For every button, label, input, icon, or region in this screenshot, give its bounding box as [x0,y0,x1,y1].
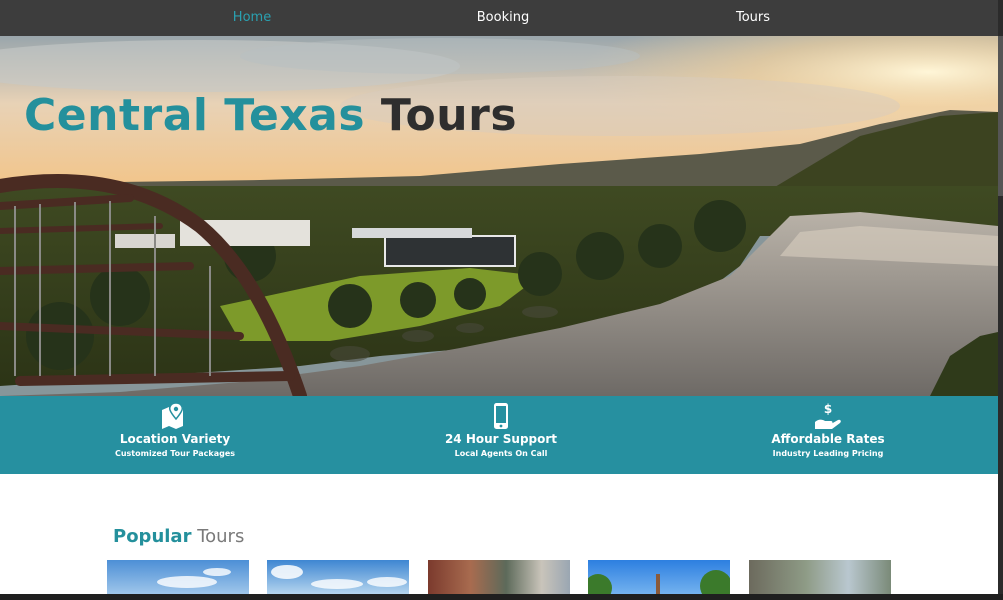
popular-heading-part1: Popular [113,526,192,547]
tour-card-3[interactable] [428,560,570,594]
window-bottom-edge [0,594,1003,600]
tour-cards [0,560,998,594]
feature-location-variety: Location Variety Customized Tour Package… [75,402,275,458]
tour-card-5[interactable] [749,560,891,594]
top-navbar: Home Booking Tours [0,0,998,36]
feature-subtitle: Local Agents On Call [454,449,548,458]
nav-link-home[interactable]: Home [200,0,304,36]
tour-card-image [271,565,407,589]
dollar-hand-icon: $ [815,402,841,429]
popular-heading-part2: Tours [197,526,245,547]
hero-title: Central Texas Tours [24,88,517,144]
feature-title: Location Variety [119,432,231,446]
svg-text:$: $ [824,402,832,416]
feature-title: 24 Hour Support [444,432,558,446]
feature-affordable-rates: $ Affordable Rates Industry Leading Pric… [728,402,928,458]
tour-card-image [588,570,730,594]
popular-tours-heading: Popular Tours [113,526,244,548]
hero-title-part1: Central Texas [24,90,366,141]
scrollbar-thumb[interactable] [998,36,1003,196]
hero-banner: Central Texas Tours [0,36,998,396]
tour-card-image [157,568,231,588]
tour-card-1[interactable] [107,560,249,594]
features-band: Location Variety Customized Tour Package… [0,396,998,474]
map-location-icon [162,402,183,429]
mobile-phone-icon [494,403,508,429]
nav-link-booking[interactable]: Booking [450,0,556,36]
feature-24-hour-support: 24 Hour Support Local Agents On Call [401,402,601,458]
feature-subtitle: Customized Tour Packages [114,449,236,458]
nav-link-tours[interactable]: Tours [700,0,806,36]
tour-card-2[interactable] [267,560,409,594]
hero-title-part2: Tours [380,90,518,141]
feature-title: Affordable Rates [771,432,885,446]
tour-card-4[interactable] [588,560,730,594]
feature-subtitle: Industry Leading Pricing [772,449,884,458]
scrollbar[interactable] [998,0,1003,600]
